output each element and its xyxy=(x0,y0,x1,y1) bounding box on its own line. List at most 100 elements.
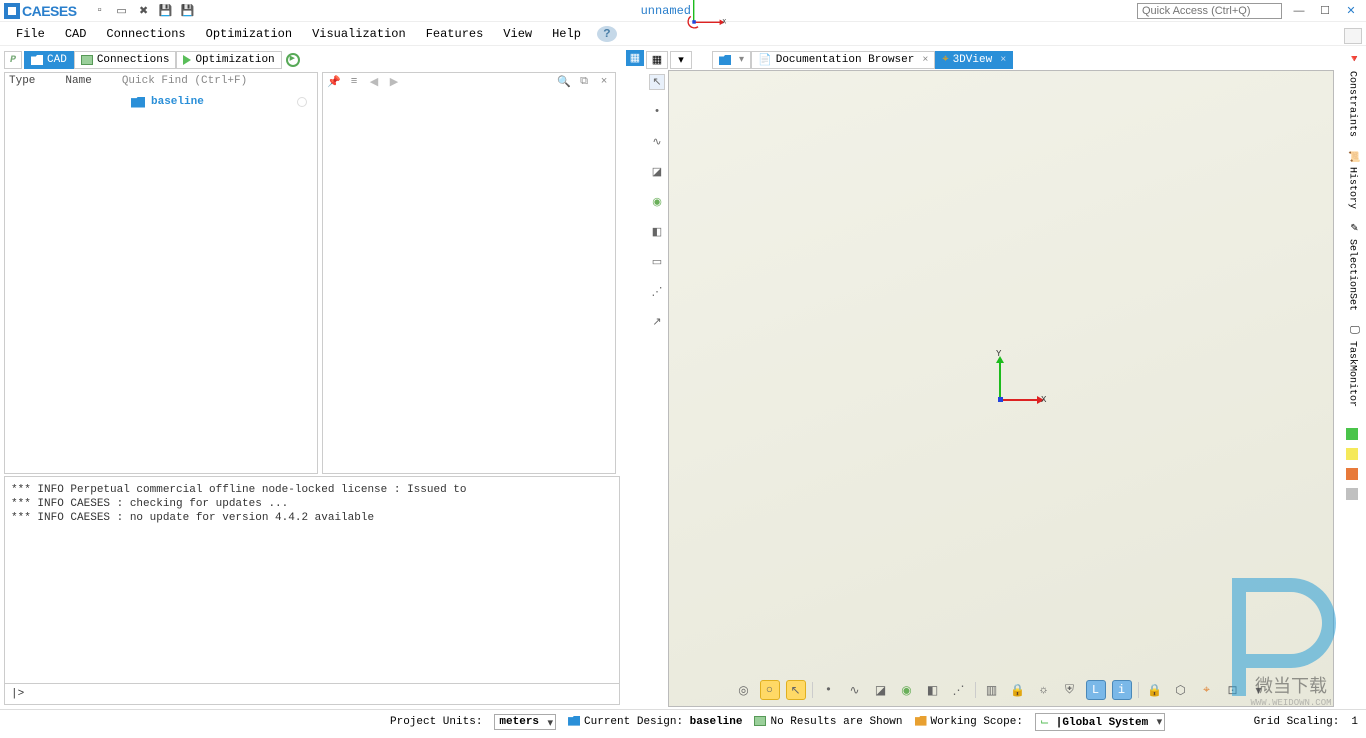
saveas-icon[interactable]: 💾 xyxy=(181,4,195,18)
vbt-more-icon[interactable]: ▾ xyxy=(1249,680,1269,700)
color-orange[interactable] xyxy=(1346,468,1358,480)
strip-history[interactable]: 📜History xyxy=(1342,146,1362,214)
nav-fwd-icon[interactable]: ▶ xyxy=(387,75,401,89)
vbt-select-icon[interactable]: ○ xyxy=(760,680,780,700)
vbt-dim-icon[interactable]: ⋰ xyxy=(949,680,969,700)
vbt-info-icon[interactable]: i xyxy=(1112,680,1132,700)
tab-cad[interactable]: CAD xyxy=(24,51,74,69)
tool-box-icon[interactable]: ▦ xyxy=(626,50,644,66)
vbt-snap-icon[interactable]: ⊡ xyxy=(1223,680,1243,700)
vbt-lock-icon[interactable]: 🔒 xyxy=(1008,680,1028,700)
scope-label: Working Scope: xyxy=(915,716,1023,728)
vbt-pad-icon[interactable]: 🔒 xyxy=(1145,680,1165,700)
vbt-iso-icon[interactable]: ⬡ xyxy=(1171,680,1191,700)
view-tab-3dview[interactable]: ⌖ 3DView × xyxy=(935,51,1013,69)
vbt-fit-icon[interactable]: ◎ xyxy=(734,680,754,700)
color-yellow[interactable] xyxy=(1346,448,1358,460)
results-label: No Results are Shown xyxy=(754,716,902,728)
list-icon[interactable]: ≡ xyxy=(347,75,361,89)
transform-tool-icon[interactable]: ◧ xyxy=(649,224,665,240)
pin-icon[interactable]: 📌 xyxy=(327,75,341,89)
view-tab-docbrowser[interactable]: 📄 Documentation Browser × xyxy=(751,51,935,69)
console-input[interactable]: |> xyxy=(5,683,619,704)
panel-dropdown-icon[interactable]: ▾ xyxy=(670,51,692,69)
title-toolbar: ▫ ▭ ✖ 💾 💾 xyxy=(93,4,195,18)
maximize-button[interactable]: ☐ xyxy=(1316,4,1334,17)
monitor-icon: 🖵 xyxy=(1345,325,1359,339)
menu-visualization[interactable]: Visualization xyxy=(302,24,416,44)
console-panel: *** INFO Perpetual commercial offline no… xyxy=(4,476,620,705)
3d-viewport[interactable]: YX YX ◎ ○ ↖ • ∿ ◪ ◉ ◧ xyxy=(668,70,1334,707)
vbt-surface-icon[interactable]: ◪ xyxy=(871,680,891,700)
copy-icon[interactable]: ⧉ xyxy=(577,75,591,89)
new-icon[interactable]: ▫ xyxy=(93,4,107,18)
strip-taskmonitor[interactable]: 🖵TaskMonitor xyxy=(1342,320,1362,412)
vbt-curve-icon[interactable]: ∿ xyxy=(845,680,865,700)
menu-connections[interactable]: Connections xyxy=(96,24,195,44)
panel-layout-icon[interactable]: ▦ xyxy=(646,51,668,69)
item-indicator-icon xyxy=(297,97,307,107)
color-green[interactable] xyxy=(1346,428,1358,440)
tab-close-icon[interactable]: × xyxy=(922,55,928,66)
folder-icon xyxy=(131,97,145,108)
tool-strip: ▦ xyxy=(624,46,646,709)
vbt-cursor-icon[interactable]: ↖ xyxy=(786,680,806,700)
view-tab-folder[interactable]: ▾ xyxy=(712,51,751,69)
color-gray[interactable] xyxy=(1346,488,1358,500)
cursor-tool-icon[interactable]: ↖ xyxy=(649,74,665,90)
surface-tool-icon[interactable]: ◪ xyxy=(649,164,665,180)
nav-back-icon[interactable]: ◀ xyxy=(367,75,381,89)
perspective-button[interactable] xyxy=(1344,28,1362,44)
vbt-solid-icon[interactable]: ◉ xyxy=(897,680,917,700)
coord-select[interactable]: ⌙ |Global System xyxy=(1035,713,1165,731)
monitor-icon xyxy=(754,716,766,726)
menu-file[interactable]: File xyxy=(6,24,55,44)
vbt-shield-icon[interactable]: ⛨ xyxy=(1060,680,1080,700)
vbt-edge-icon[interactable]: ◧ xyxy=(923,680,943,700)
menu-optimization[interactable]: Optimization xyxy=(196,24,302,44)
vbt-light-icon[interactable]: ☼ xyxy=(1034,680,1054,700)
tab-connections[interactable]: Connections xyxy=(74,51,177,69)
vbt-axes-icon[interactable]: ⌖ xyxy=(1197,680,1217,700)
strip-constraints[interactable]: 🔻Constraints xyxy=(1342,50,1362,142)
grid-value: 1 xyxy=(1351,716,1358,728)
units-select[interactable]: meters xyxy=(494,714,556,730)
curve-tool-icon[interactable]: ∿ xyxy=(649,134,665,150)
help-icon[interactable]: ? xyxy=(597,26,617,42)
properties-panel: 📌 ≡ ◀ ▶ 🔍 ⧉ × xyxy=(322,72,616,474)
tab-close-icon[interactable]: × xyxy=(1000,55,1006,66)
tree-item-baseline[interactable]: baseline xyxy=(9,94,313,110)
tree-quickfind[interactable]: Quick Find (Ctrl+F) xyxy=(122,75,247,87)
app-logo: CAESES xyxy=(4,3,77,19)
vbt-grid-icon[interactable]: ▥ xyxy=(982,680,1002,700)
menu-help[interactable]: Help xyxy=(542,24,591,44)
zoom-icon[interactable]: 🔍 xyxy=(557,75,571,89)
menu-cad[interactable]: CAD xyxy=(55,24,97,44)
panel-close-icon[interactable]: × xyxy=(597,75,611,89)
quick-access-input[interactable] xyxy=(1137,3,1282,19)
menu-features[interactable]: Features xyxy=(416,24,494,44)
mesh-tool-icon[interactable]: ▭ xyxy=(649,254,665,270)
tab-optimization[interactable]: Optimization xyxy=(176,51,281,69)
point-tool-icon[interactable]: • xyxy=(649,104,665,120)
minimize-button[interactable]: — xyxy=(1290,5,1308,17)
parameter-button[interactable]: P xyxy=(4,51,22,69)
close-icon[interactable]: ✖ xyxy=(137,4,151,18)
statusbar: Project Units: meters Current Design: ba… xyxy=(0,709,1366,733)
dropdown-icon[interactable]: ▾ xyxy=(739,54,744,66)
save-icon[interactable]: 💾 xyxy=(159,4,173,18)
logo-icon xyxy=(4,3,20,19)
units-label: Project Units: xyxy=(390,716,482,728)
export-tool-icon[interactable]: ↗ xyxy=(649,314,665,330)
strip-selectionset[interactable]: ✎SelectionSet xyxy=(1342,218,1362,316)
solid-tool-icon[interactable]: ◉ xyxy=(649,194,665,210)
vbt-point-icon[interactable]: • xyxy=(819,680,839,700)
folder-icon xyxy=(31,55,43,65)
menu-view[interactable]: View xyxy=(493,24,542,44)
vbt-coordsys-icon[interactable]: L xyxy=(1086,680,1106,700)
dimension-tool-icon[interactable]: ⋰ xyxy=(649,284,665,300)
monitor-icon xyxy=(81,55,93,65)
run-icon[interactable] xyxy=(286,53,300,67)
open-icon[interactable]: ▭ xyxy=(115,4,129,18)
close-button[interactable]: ✕ xyxy=(1342,4,1360,17)
